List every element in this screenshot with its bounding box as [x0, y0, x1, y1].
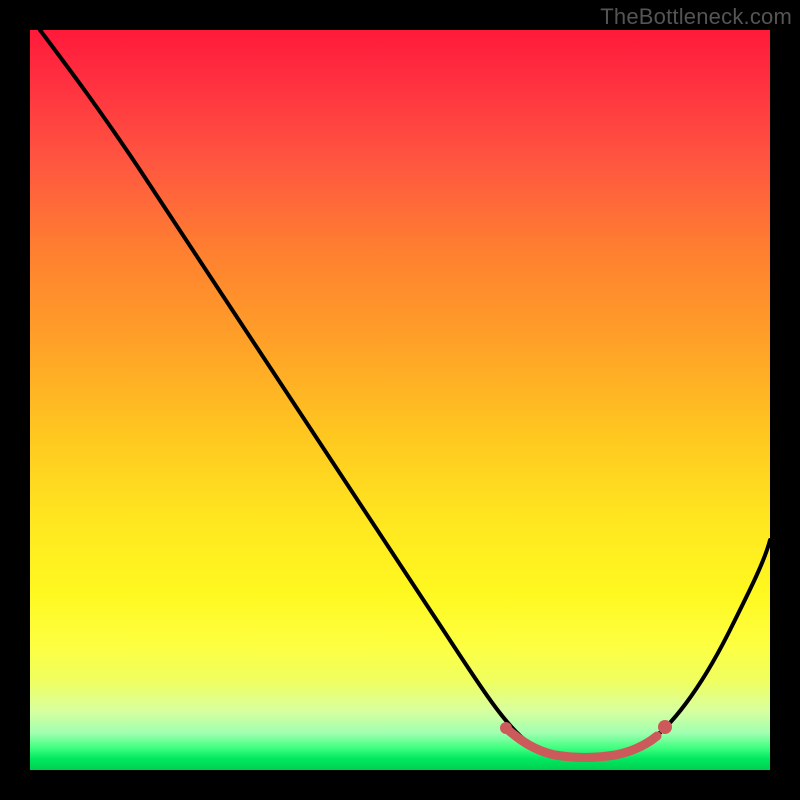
bottleneck-curve	[30, 30, 770, 770]
curve-path	[40, 30, 770, 757]
watermark-text: TheBottleneck.com	[600, 4, 792, 30]
highlight-dot-left	[500, 722, 512, 734]
chart-frame: TheBottleneck.com	[0, 0, 800, 800]
chart-plot-area	[30, 30, 770, 770]
highlight-dot-right	[658, 720, 672, 734]
highlight-segment	[506, 728, 657, 758]
